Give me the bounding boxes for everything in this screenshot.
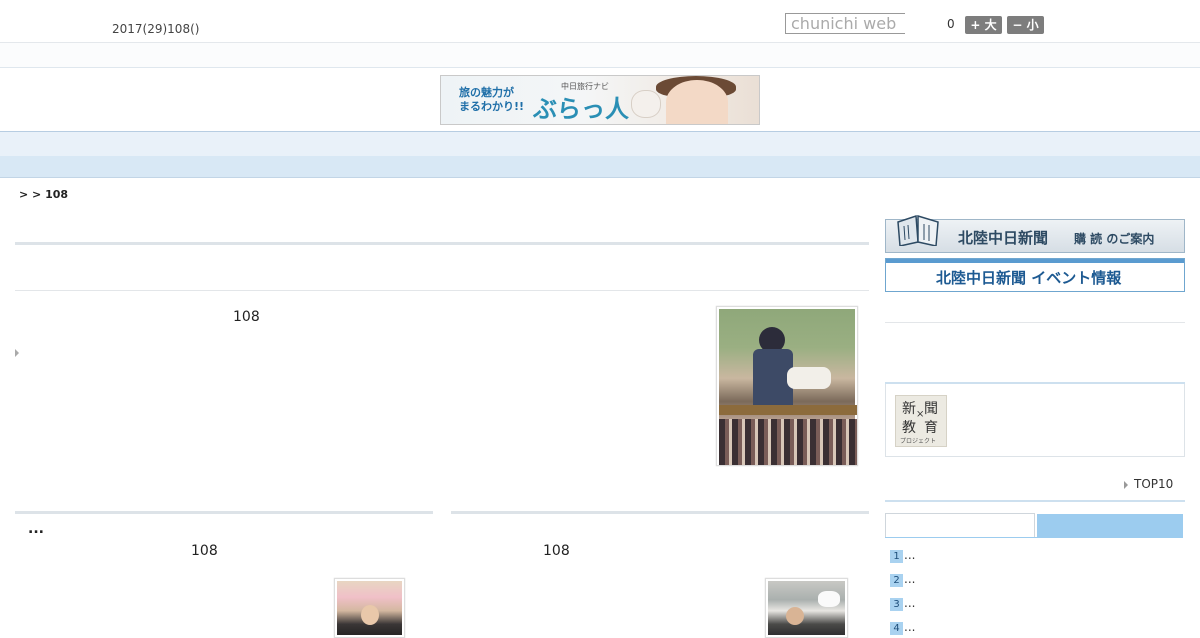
- ad-lead-line1: 旅の魅力が: [459, 86, 514, 99]
- sub-nav-bar: [0, 156, 1200, 178]
- photo-figure-costume: [787, 367, 831, 389]
- person-face: [786, 607, 804, 625]
- section-divider: [15, 290, 869, 291]
- photo-crowd: [719, 419, 857, 465]
- column1-headline[interactable]: 108: [191, 543, 218, 559]
- column2-photo[interactable]: [765, 578, 848, 638]
- ad-shell-image: [631, 90, 661, 118]
- column1-title[interactable]: ...: [28, 521, 44, 537]
- ranking-tab-inactive[interactable]: [1037, 514, 1183, 537]
- rank-number: 2: [890, 574, 903, 587]
- rank-item-text[interactable]: ...: [904, 620, 915, 634]
- rank-item-text[interactable]: ...: [904, 572, 915, 586]
- ad-lead-text: 旅の魅力が まるわかり!!: [459, 86, 524, 114]
- ranking-tab-active[interactable]: [885, 513, 1035, 538]
- edu-logo-char: 新: [902, 401, 916, 417]
- festival-photo-image: [719, 309, 857, 465]
- rank-number: 3: [890, 598, 903, 611]
- edu-logo-subtext: プロジェクト: [900, 438, 937, 445]
- book-icon: [897, 214, 939, 246]
- event-info-banner[interactable]: 北陸中日新聞 イベント情報: [885, 258, 1185, 292]
- rank-item-text[interactable]: ...: [904, 596, 915, 610]
- subscription-title: 北陸中日新聞: [958, 229, 1049, 247]
- newspaper-education-logo[interactable]: 新 聞 × 教 育 プロジェクト: [895, 395, 947, 447]
- edu-logo-char: 育: [924, 420, 938, 436]
- bullet-arrow-icon: [15, 349, 19, 357]
- subscription-banner[interactable]: 北陸中日新聞 購 読 のご案内: [885, 214, 1185, 253]
- column2-divider: [451, 511, 869, 514]
- event-banner-accent: [886, 259, 1184, 263]
- sidebar-divider: [885, 500, 1185, 502]
- column2-headline[interactable]: 108: [543, 543, 570, 559]
- photo-float-beam: [719, 405, 857, 415]
- rank-item-text[interactable]: ...: [904, 548, 915, 562]
- rank-number: 1: [890, 550, 903, 563]
- ad-model-image: [666, 80, 728, 124]
- portrait-face: [361, 605, 379, 625]
- header-strip: [0, 43, 1200, 68]
- font-size-small-button[interactable]: − 小: [1007, 16, 1044, 34]
- counter-text: 0: [947, 17, 955, 31]
- column1-photo[interactable]: [334, 578, 405, 638]
- date-text: 2017(29)108(): [112, 22, 200, 36]
- top10-link[interactable]: TOP10: [1134, 477, 1173, 491]
- chefs-photo-image: [768, 581, 845, 635]
- edu-logo-char: 聞: [924, 401, 938, 417]
- main-nav: [0, 131, 1200, 157]
- ad-brand-text: ぶらっ人: [533, 95, 629, 123]
- breadcrumb[interactable]: > > 108: [19, 188, 68, 201]
- search-input[interactable]: chunichi web: [785, 13, 905, 34]
- travel-ad-banner[interactable]: 旅の魅力が まるわかり!! 中日旅行ナビ ぶらっ人: [440, 75, 760, 125]
- article-photo[interactable]: [716, 306, 858, 466]
- chef-hat: [818, 591, 840, 607]
- tab-underline: [885, 537, 1183, 538]
- edu-logo-char: 教: [902, 420, 916, 436]
- man-portrait-image: [337, 581, 402, 635]
- event-info-title: 北陸中日新聞 イベント情報: [936, 269, 1122, 287]
- font-size-large-button[interactable]: + 大: [965, 16, 1002, 34]
- sidebar-divider: [885, 322, 1185, 323]
- subscription-subtitle: 購 読 のご案内: [1074, 232, 1155, 246]
- arrow-right-icon: [1124, 481, 1128, 489]
- rank-number: 4: [890, 622, 903, 635]
- section-divider: [15, 242, 869, 245]
- article-headline[interactable]: 108: [233, 309, 260, 325]
- ad-lead-line2: まるわかり!!: [459, 100, 525, 113]
- column1-divider: [15, 511, 433, 514]
- education-project-box: 新 聞 × 教 育 プロジェクト: [885, 384, 1185, 457]
